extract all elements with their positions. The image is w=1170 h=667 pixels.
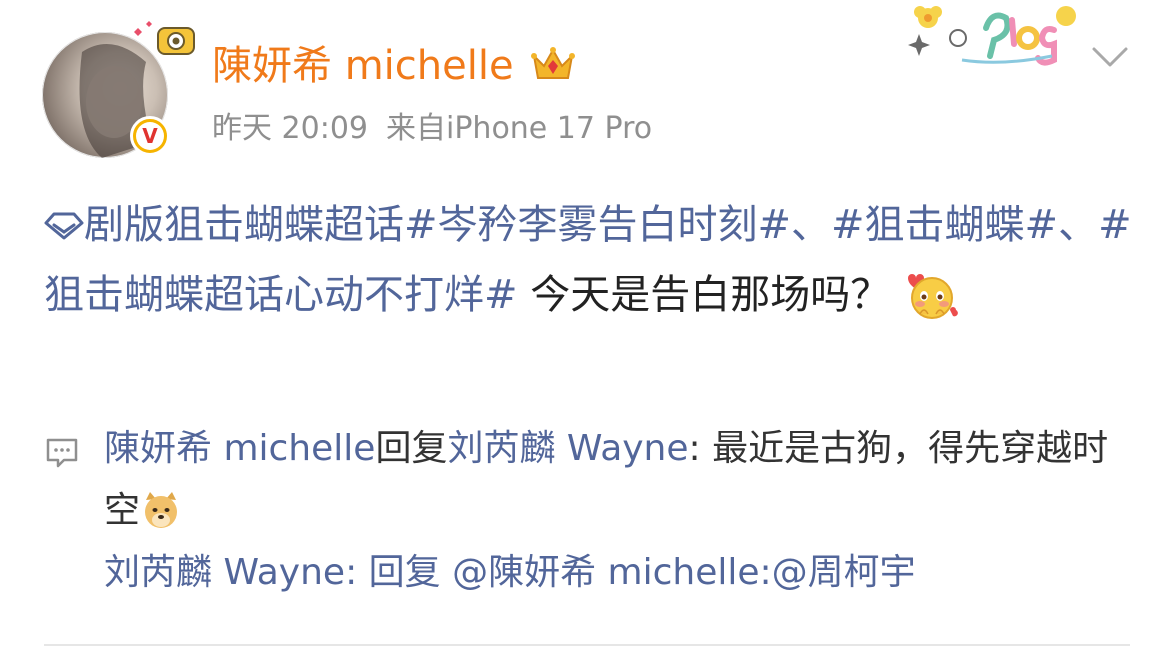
doge-emoji	[145, 492, 178, 528]
separator-text: 、	[791, 202, 832, 248]
post-content: 剧版狙击蝴蝶超话#岑矜李雾告白时刻#、#狙击蝴蝶#、#狙击蝴蝶超话心动不打烊# …	[44, 190, 1134, 330]
comment-text: : 回复 @陳妍希 michelle:@周柯宇	[345, 552, 916, 593]
comment-icon	[46, 438, 78, 468]
avatar-container[interactable]: V	[42, 21, 195, 158]
hashtag-link[interactable]: #狙击蝴蝶#	[831, 202, 1058, 248]
verified-badge-icon: V	[130, 116, 170, 156]
reply-label: 回复	[375, 428, 448, 469]
comment-item[interactable]: 陳妍希 michelle回复刘芮麟 Wayne: 最近是古狗，得先穿越时空	[104, 418, 1134, 542]
divider	[44, 644, 1130, 646]
chevron-down-icon[interactable]	[1090, 44, 1130, 70]
comment-author[interactable]: 刘芮麟 Wayne	[104, 552, 345, 593]
post-time: 昨天 20:09	[212, 111, 368, 146]
plog-sticker[interactable]	[902, 0, 1082, 72]
post-source: 来自iPhone 17 Pro	[386, 111, 653, 146]
post-body: 今天是告白那场吗？	[517, 272, 891, 318]
comment-section: 陳妍希 michelle回复刘芮麟 Wayne: 最近是古狗，得先穿越时空 刘芮…	[44, 418, 1134, 604]
camera-sticker-icon	[134, 21, 195, 55]
topic-icon	[44, 212, 84, 240]
comment-author[interactable]: 陳妍希 michelle	[104, 428, 375, 469]
crown-icon	[531, 47, 575, 79]
reply-target[interactable]: 刘芮麟 Wayne	[447, 428, 688, 469]
user-name[interactable]: 陳妍希 michelle	[212, 40, 514, 92]
blush-emoji	[908, 274, 959, 319]
post-meta: 昨天 20:09 来自iPhone 17 Pro	[212, 107, 652, 151]
topic-link[interactable]: 剧版狙击蝴蝶超话#岑矜李雾告白时刻#	[84, 202, 791, 248]
comment-item[interactable]: 刘芮麟 Wayne: 回复 @陳妍希 michelle:@周柯宇	[104, 542, 1134, 604]
separator-text: 、	[1058, 202, 1099, 248]
